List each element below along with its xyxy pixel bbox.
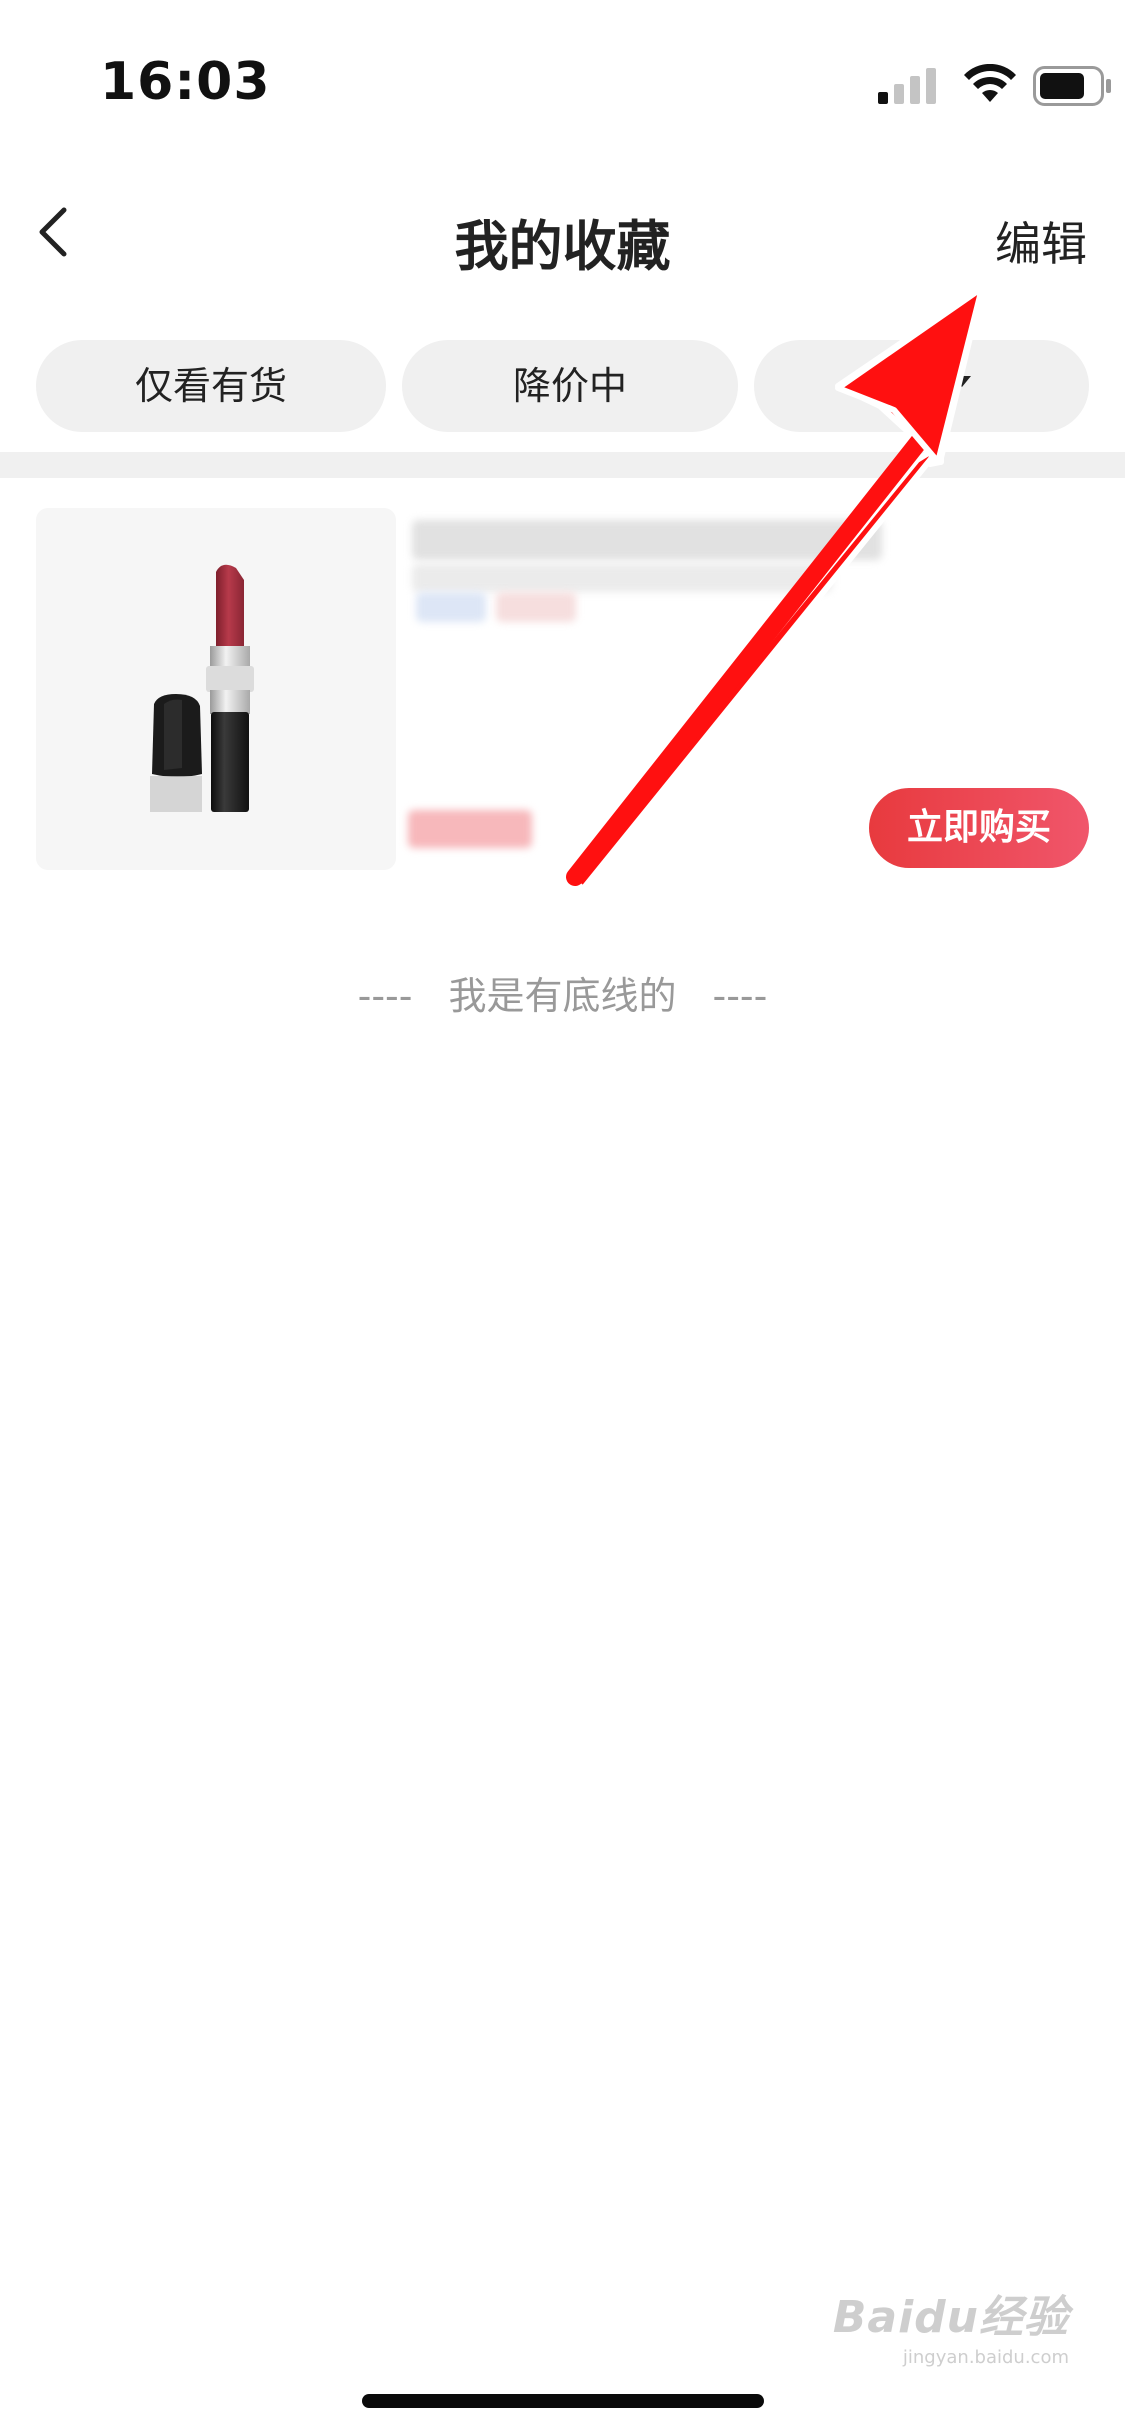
- section-divider: [0, 452, 1125, 478]
- page-title: 我的收藏: [454, 215, 671, 278]
- filter-row: 仅看有货 降价中: [36, 340, 1089, 432]
- product-title-blurred: [412, 520, 882, 560]
- wifi-icon: [964, 64, 1016, 102]
- product-tag-blurred: [416, 592, 486, 622]
- product-tag-blurred: [496, 592, 576, 622]
- end-dashes-right: ----: [712, 974, 768, 1018]
- battery-icon: [1033, 66, 1111, 106]
- status-bar: 16:03: [0, 0, 1125, 140]
- edit-button[interactable]: 编辑: [995, 208, 1087, 274]
- buy-now-button[interactable]: 立即购买: [869, 788, 1089, 868]
- watermark: Baidu经验 jingyan.baidu.com: [833, 2281, 1069, 2368]
- product-image[interactable]: [36, 508, 396, 870]
- product-card[interactable]: 立即购买: [36, 508, 1089, 872]
- filter-chip-dropdown[interactable]: [754, 340, 1089, 432]
- status-time: 16:03: [100, 52, 271, 112]
- nav-bar: 我的收藏 编辑: [0, 180, 1125, 290]
- home-indicator[interactable]: [362, 2394, 764, 2408]
- filter-chip-in-stock[interactable]: 仅看有货: [36, 340, 386, 432]
- watermark-url: jingyan.baidu.com: [902, 2347, 1069, 2368]
- filter-chip-price-drop[interactable]: 降价中: [402, 340, 738, 432]
- product-price-blurred: [408, 810, 532, 848]
- cellular-signal-icon: [878, 68, 936, 104]
- lipstick-image: [150, 564, 254, 812]
- caret-down-icon: [953, 376, 971, 387]
- end-of-list-message: ---- 我是有底线的 ----: [0, 965, 1125, 1020]
- product-subtitle-blurred: [412, 564, 832, 592]
- end-dashes-left: ----: [357, 974, 413, 1018]
- watermark-logo: Baidu经验: [832, 2292, 1069, 2343]
- end-text: 我是有底线的: [448, 974, 677, 1018]
